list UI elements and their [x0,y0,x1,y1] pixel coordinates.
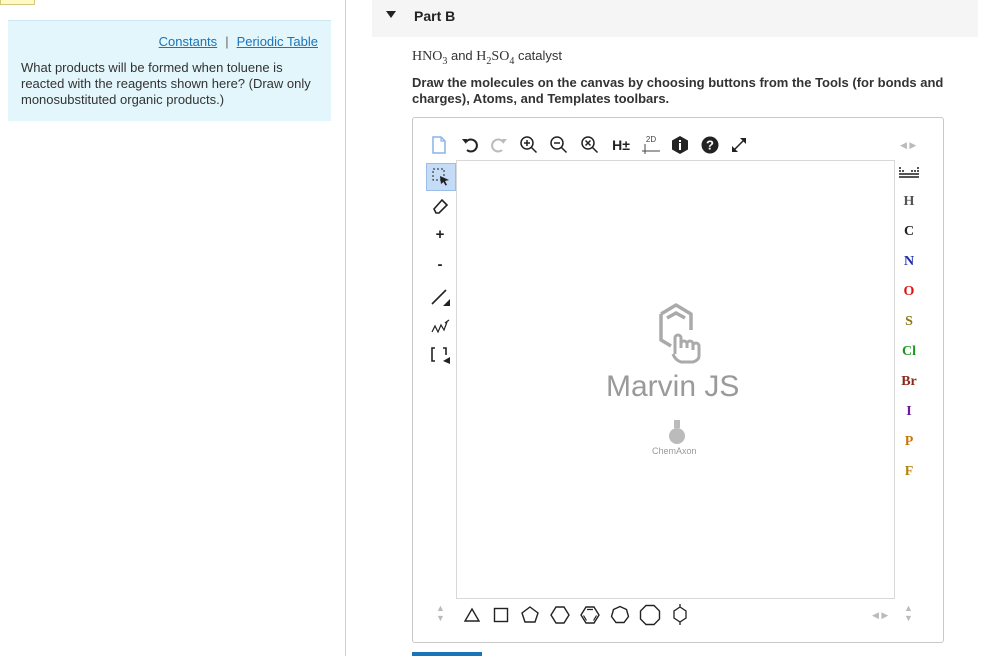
atom-button-o[interactable]: O [896,284,922,300]
atom-button-p[interactable]: P [896,434,922,450]
negative-charge-tool[interactable]: - [426,252,454,276]
reagent-1-subscript: 3 [442,55,448,67]
redo-icon[interactable] [488,134,510,156]
reagents-line: HNO3 and H2SO4 catalyst [412,48,562,67]
instructions-text: Draw the molecules on the canvas by choo… [412,75,944,106]
info-panel: Constants | Periodic Table What products w… [8,20,331,121]
toolbar-scroll-arrows-icon[interactable]: ◀ ▶ [900,140,916,151]
zoom-out-icon[interactable] [547,133,571,157]
undo-icon[interactable] [459,134,481,156]
atoms-scroll-arrows-icon[interactable]: ▲ ▼ [904,603,913,623]
reagent-1: HNO [412,49,443,64]
benzene-template-icon[interactable] [579,604,601,626]
new-document-icon[interactable] [428,134,450,156]
constants-link[interactable]: Constants [159,34,218,49]
resource-links: Constants | Periodic Table [159,34,318,49]
svg-text:?: ? [706,138,714,153]
chemaxon-text: ChemAxon [652,446,697,456]
clean-2d-button[interactable]: 2D [639,133,663,157]
collapse-caret-icon[interactable] [386,11,396,18]
hexagon-template-icon[interactable] [549,604,571,626]
toggle-hydrogens-button[interactable]: H± [607,134,635,156]
part-header[interactable]: Part B [372,0,978,37]
reagent-2-subscript-2: 4 [509,55,515,67]
marvin-logo-text: Marvin JS [606,370,740,403]
reagent-2a: H [476,49,487,64]
atom-button-f[interactable]: F [896,464,922,480]
atom-button-h[interactable]: H [896,194,922,210]
eraser-icon[interactable] [426,194,454,218]
clean-2d-label: 2D [645,135,657,144]
octagon-template-icon[interactable] [639,604,661,626]
atom-button-n[interactable]: N [896,254,922,270]
fullscreen-icon[interactable] [728,134,750,156]
atom-button-i[interactable]: I [896,404,922,420]
atom-button-c[interactable]: C [896,224,922,240]
single-bond-tool-icon[interactable] [426,285,454,309]
divider [345,0,346,656]
chain-tool-icon[interactable] [426,314,454,338]
periodic-table-link[interactable]: Periodic Table [237,34,318,49]
zoom-reset-icon[interactable] [578,133,602,157]
periodic-table-icon[interactable] [898,166,920,180]
bracket-tool-icon[interactable] [426,343,454,367]
heptagon-template-icon[interactable] [609,604,631,626]
templates-library-icon[interactable] [669,604,691,626]
left-scroll-arrows-icon[interactable]: ▲ ▼ [436,603,445,623]
part-title: Part B [414,8,456,24]
link-separator: | [225,34,229,49]
templates-scroll-arrows-icon[interactable]: ◀ ▶ [872,610,888,621]
triangle-template-icon[interactable] [461,604,483,626]
help-icon[interactable]: ? [699,134,721,156]
submit-button-edge[interactable] [412,652,482,656]
zoom-in-icon[interactable] [517,133,541,157]
reagent-2b: SO [491,49,510,64]
atom-button-s[interactable]: S [896,314,922,330]
chemaxon-logo-icon [667,420,687,446]
square-template-icon[interactable] [490,604,512,626]
reagent-and: and [450,48,473,63]
info-icon[interactable] [669,134,691,156]
marvin-logo-icon [643,300,709,364]
pentagon-template-icon[interactable] [519,604,541,626]
atom-button-br[interactable]: Br [896,374,922,390]
status-tab [0,0,35,5]
reagent-suffix: catalyst [517,48,563,63]
select-tool[interactable] [426,163,456,191]
question-text: What products will be formed when toluen… [21,60,311,107]
positive-charge-tool[interactable]: + [426,222,454,246]
atom-button-cl[interactable]: Cl [896,344,922,360]
